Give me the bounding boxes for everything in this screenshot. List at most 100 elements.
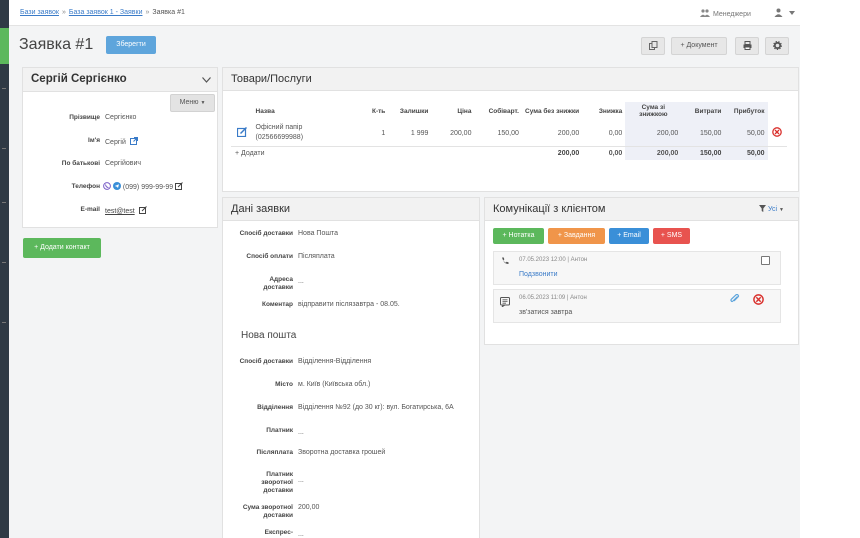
- item-cost: 150,00: [497, 129, 519, 137]
- add-contact-button[interactable]: + Додати контакт: [23, 238, 101, 258]
- col-expenses: Витрати: [681, 102, 725, 120]
- totals-row: + Додати 200,00 0,00 200,00 150,00 50,00: [231, 146, 787, 161]
- caret-down-icon: ▼: [200, 100, 206, 106]
- remove-icon[interactable]: [753, 294, 764, 305]
- copy-button[interactable]: [641, 37, 665, 55]
- delivery-label: Спосіб доставки: [239, 230, 293, 237]
- print-button[interactable]: [735, 37, 759, 55]
- col-cost: Собіварт.: [488, 107, 519, 115]
- contact-menu-button[interactable]: Меню ▼: [170, 94, 215, 112]
- col-discount: Знижка: [598, 107, 623, 115]
- edit-icon[interactable]: [175, 182, 183, 190]
- order-panel: Дані заявки Спосіб доставки Нова Пошта С…: [222, 197, 480, 538]
- goods-panel: Товари/Послуги Назва К-ть Залишки Ціна С…: [222, 67, 799, 192]
- item-stock: 1 999: [410, 129, 429, 137]
- top-bar: Бази заявок» База заявок 1 - Заявки» Заявк…: [9, 0, 800, 26]
- copy-icon: [648, 41, 657, 50]
- col-sum: Сума без знижки: [525, 107, 580, 115]
- comm-text: зв'затися завтра: [519, 309, 573, 316]
- nav-tick[interactable]: [2, 322, 6, 323]
- paperclip-icon[interactable]: [730, 294, 740, 304]
- edit-icon[interactable]: [236, 126, 247, 138]
- settings-button[interactable]: [765, 37, 789, 55]
- save-button[interactable]: Зберегти: [106, 36, 156, 54]
- np-method-label: Спосіб доставки: [239, 358, 293, 365]
- col-stock: Залишки: [399, 107, 429, 115]
- caret-down-icon: [789, 11, 796, 15]
- phone-label: Телефон: [71, 183, 100, 190]
- order-header: Дані заявки: [223, 198, 479, 221]
- cod-value: Зворотна доставка грошей: [298, 449, 386, 456]
- item-qty: 1: [381, 129, 386, 137]
- item-name-line2: (02566699988): [255, 134, 304, 141]
- payment-value: Післяплата: [298, 253, 335, 260]
- users-icon: [700, 9, 710, 17]
- nav-tick[interactable]: [2, 148, 6, 149]
- payer-value[interactable]: ...: [298, 429, 304, 436]
- item-sum-discount: 200,00: [625, 120, 682, 147]
- total-sum: 200,00: [557, 150, 580, 157]
- viber-icon[interactable]: [103, 182, 111, 190]
- contact-name: Сергій Сергієнко: [31, 73, 127, 85]
- col-qty: К-ть: [371, 107, 386, 115]
- item-discount[interactable]: 0,00: [582, 120, 625, 147]
- add-email-button[interactable]: + Email: [609, 228, 649, 244]
- chevron-down-icon[interactable]: [202, 77, 211, 83]
- payment-label: Спосіб оплати: [246, 253, 293, 260]
- email-value[interactable]: test@test: [105, 208, 135, 215]
- telegram-icon[interactable]: [112, 182, 121, 190]
- nav-tick[interactable]: [2, 88, 6, 89]
- contact-panel: Сергій Сергієнко Меню ▼ Прізвище Сергієн…: [22, 67, 218, 228]
- return-payer-value[interactable]: ...: [298, 477, 304, 484]
- remove-icon[interactable]: [772, 127, 783, 137]
- breadcrumb-base1[interactable]: База заявок 1 - Заявки: [69, 9, 143, 16]
- cod-label: Післяплата: [256, 449, 293, 456]
- item-price: 200,00: [450, 129, 472, 137]
- express-label: Експрес-: [264, 529, 293, 536]
- item-profit: 50,00: [724, 120, 768, 147]
- nav-tick[interactable]: [2, 262, 6, 263]
- breadcrumb-bases[interactable]: Бази заявок: [20, 9, 59, 16]
- add-task-button[interactable]: + Завдання: [548, 228, 605, 244]
- add-document-button[interactable]: + Документ: [671, 37, 727, 55]
- comment-label: Коментар: [262, 301, 293, 308]
- left-nav-active[interactable]: [0, 28, 9, 64]
- goods-table: Назва К-ть Залишки Ціна Собіварт. Сума б…: [231, 102, 787, 160]
- firstname-label: Ім'я: [88, 137, 100, 144]
- np-method-value: Відділення-Відділення: [298, 358, 372, 365]
- edit-icon[interactable]: [138, 206, 147, 214]
- comm-text[interactable]: Подзвонити: [519, 271, 558, 278]
- add-sms-button[interactable]: + SMS: [653, 228, 690, 244]
- firstname-value: Сергій: [105, 139, 126, 146]
- city-label: Місто: [275, 381, 293, 388]
- user-menu[interactable]: [774, 8, 796, 19]
- address-value[interactable]: ...: [298, 278, 304, 285]
- email-row: test@test: [105, 206, 147, 215]
- user-icon: [774, 8, 783, 17]
- comms-filter[interactable]: Усі ▼: [759, 198, 784, 222]
- surname-label: Прізвище: [69, 114, 100, 121]
- managers-menu[interactable]: Менеджери: [700, 9, 751, 18]
- express-value[interactable]: ...: [298, 531, 304, 538]
- branch-label: Відділення: [257, 404, 293, 411]
- contact-menu-label: Меню: [179, 99, 199, 106]
- total-profit: 50,00: [724, 146, 768, 160]
- app-window: Бази заявок» База заявок 1 - Заявки» Заявк…: [9, 0, 800, 538]
- external-link-icon[interactable]: [129, 137, 138, 145]
- comment-value[interactable]: відправити післязавтра - 08.05.: [298, 301, 400, 308]
- comms-filter-label: Усі: [768, 206, 778, 213]
- nav-tick[interactable]: [2, 202, 6, 203]
- comm-meta: 06.05.2023 11:09 | Антон: [519, 295, 587, 301]
- caret-down-icon: ▼: [779, 207, 784, 213]
- goods-header: Товари/Послуги: [223, 68, 798, 91]
- managers-label: Менеджери: [713, 11, 751, 18]
- task-checkbox[interactable]: [761, 256, 770, 265]
- phone-row: (099) 999-99-99: [103, 182, 183, 191]
- add-item-link[interactable]: + Додати: [231, 147, 365, 161]
- gear-icon: [772, 40, 782, 51]
- comms-header: Комунікації з клієнтом Усі ▼: [485, 198, 798, 221]
- return-sum-label: Сума зворотної доставки: [242, 504, 293, 519]
- add-note-button[interactable]: + Нотатка: [493, 228, 544, 244]
- phone-icon: [502, 257, 509, 265]
- phone-value[interactable]: (099) 999-99-99: [123, 184, 173, 191]
